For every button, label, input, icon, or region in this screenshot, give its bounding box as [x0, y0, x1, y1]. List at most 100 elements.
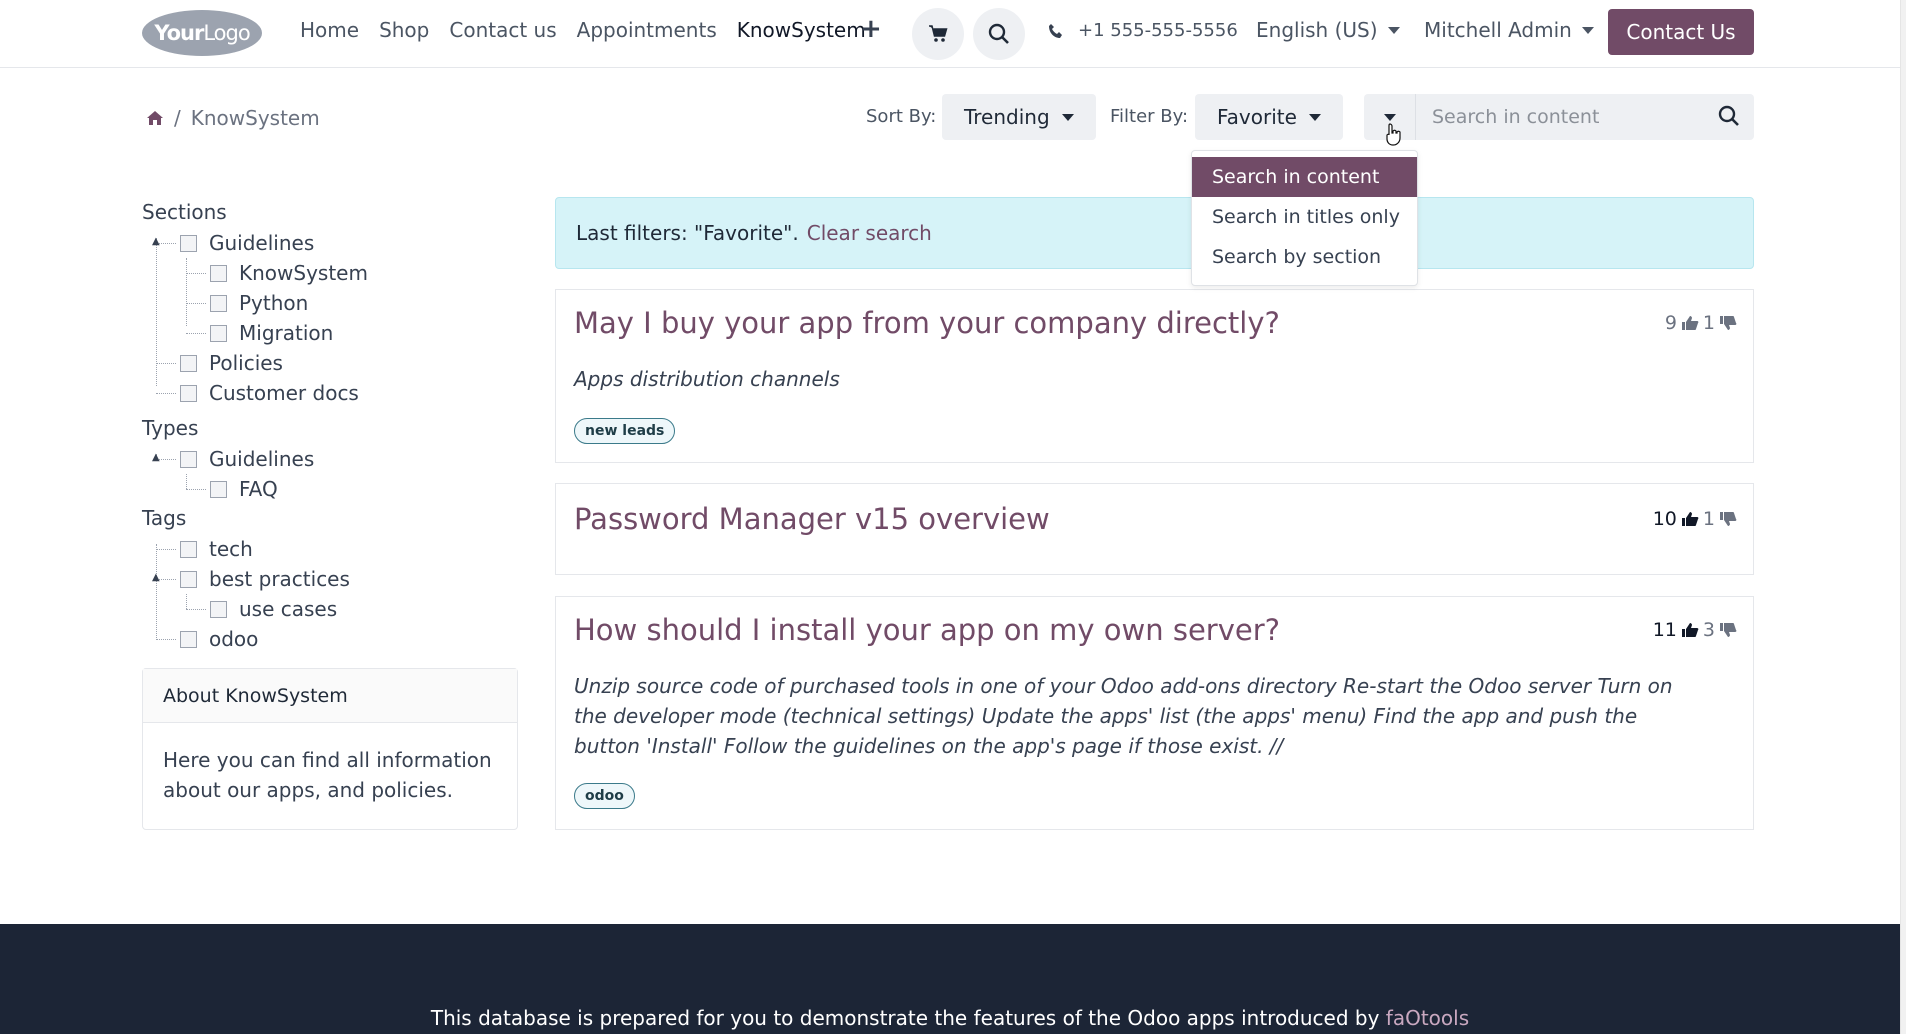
search-mode-content[interactable]: Search in content	[1192, 157, 1417, 197]
types-title: Types	[142, 416, 199, 440]
user-name: Mitchell Admin	[1424, 18, 1572, 42]
article-card[interactable]: How should I install your app on my own …	[555, 596, 1754, 830]
type-label: FAQ	[239, 477, 278, 501]
tag-label: best practices	[209, 567, 350, 591]
thumbs-up-icon[interactable]	[1681, 622, 1699, 638]
article-tag[interactable]: new leads	[574, 418, 676, 444]
article-card[interactable]: May I buy your app from your company dir…	[555, 289, 1754, 463]
sort-dropdown[interactable]: Trending	[942, 94, 1096, 140]
contact-us-button[interactable]: Contact Us	[1608, 9, 1754, 55]
search-icon	[1718, 105, 1739, 126]
tag-label: use cases	[239, 597, 338, 621]
nav-home[interactable]: Home	[300, 18, 359, 42]
tag-label: odoo	[209, 627, 259, 651]
article-tag[interactable]: odoo	[574, 783, 635, 809]
article-votes: 9 1	[1665, 312, 1737, 334]
article-title[interactable]: How should I install your app on my own …	[574, 613, 1280, 647]
search-submit-button[interactable]	[1718, 105, 1740, 132]
tag-label: tech	[209, 537, 253, 561]
about-card: About KnowSystem Here you can find all i…	[142, 668, 518, 830]
tags-title: Tags	[142, 506, 187, 530]
clear-search-link[interactable]: Clear search	[807, 221, 932, 245]
home-icon[interactable]	[146, 110, 164, 126]
thumbs-down-icon[interactable]	[1719, 622, 1737, 638]
search-mode-section[interactable]: Search by section	[1192, 237, 1417, 277]
chevron-down-icon	[1387, 26, 1400, 34]
tag-item-tech[interactable]: tech	[142, 534, 518, 564]
types-tree: ▲ Guidelines FAQ	[142, 444, 518, 504]
search-icon	[988, 23, 1009, 44]
checkbox[interactable]	[210, 264, 227, 282]
checkbox[interactable]	[180, 384, 197, 402]
checkbox[interactable]	[180, 570, 197, 588]
dislike-count: 1	[1702, 508, 1715, 530]
article-description: Apps distribution channels	[574, 367, 840, 391]
section-item-python[interactable]: Python	[142, 288, 518, 318]
thumbs-up-icon[interactable]	[1681, 315, 1699, 331]
chevron-down-icon	[1383, 113, 1396, 121]
phone-number: +1 555-555-5556	[1078, 20, 1238, 41]
chevron-down-icon	[1581, 26, 1594, 34]
section-item-migration[interactable]: Migration	[142, 318, 518, 348]
article-title[interactable]: May I buy your app from your company dir…	[574, 306, 1280, 340]
section-item-policies[interactable]: Policies	[142, 348, 518, 378]
checkbox[interactable]	[210, 294, 227, 312]
tag-item-odoo[interactable]: odoo	[142, 624, 518, 654]
cart-button[interactable]	[912, 8, 964, 60]
section-item-customer-docs[interactable]: Customer docs	[142, 378, 518, 408]
content-search-input[interactable]	[1418, 94, 1698, 140]
checkbox[interactable]	[210, 600, 227, 618]
thumbs-up-icon[interactable]	[1681, 511, 1699, 527]
article-title[interactable]: Password Manager v15 overview	[574, 502, 1050, 536]
section-label: Policies	[209, 351, 283, 375]
filter-value: Favorite	[1217, 105, 1297, 129]
type-item-faq[interactable]: FAQ	[142, 474, 518, 504]
plus-icon[interactable]: +	[860, 14, 882, 44]
nav-shop[interactable]: Shop	[379, 18, 429, 42]
footer-link[interactable]: faOtools	[1386, 1006, 1469, 1030]
sidebar: Sections ▲ Guidelines KnowSystem Python …	[142, 198, 518, 830]
section-item-knowsystem[interactable]: KnowSystem	[142, 258, 518, 288]
user-menu[interactable]: Mitchell Admin	[1424, 18, 1594, 42]
nav-contact[interactable]: Contact us	[449, 18, 556, 42]
filter-label: Filter By:	[1110, 106, 1189, 127]
phone-icon	[1049, 23, 1062, 38]
search-mode-titles[interactable]: Search in titles only	[1192, 197, 1417, 237]
like-count: 9	[1664, 312, 1677, 334]
logo-text-sub: Logo	[203, 21, 250, 45]
phone-link[interactable]: +1 555-555-5556	[1048, 20, 1238, 41]
sections-tree: ▲ Guidelines KnowSystem Python Migration…	[142, 228, 518, 408]
checkbox[interactable]	[180, 450, 197, 468]
tag-item-use-cases[interactable]: use cases	[142, 594, 518, 624]
main-nav: Home Shop Contact us Appointments KnowSy…	[300, 18, 866, 42]
header-search-button[interactable]	[973, 8, 1025, 60]
article-card[interactable]: Password Manager v15 overview 10 1	[555, 483, 1754, 575]
chevron-down-icon	[1308, 113, 1321, 121]
like-count: 10	[1652, 508, 1677, 530]
checkbox[interactable]	[180, 540, 197, 558]
section-item-guidelines[interactable]: Guidelines	[142, 228, 518, 258]
language-selector[interactable]: English (US)	[1256, 18, 1400, 42]
language-label: English (US)	[1256, 18, 1378, 42]
chevron-down-icon	[1061, 113, 1074, 121]
site-header: Your Logo Home Shop Contact us Appointmen…	[0, 0, 1900, 68]
article-description: Unzip source code of purchased tools in …	[574, 674, 1673, 758]
checkbox[interactable]	[180, 354, 197, 372]
checkbox[interactable]	[210, 324, 227, 342]
checkbox[interactable]	[180, 234, 197, 252]
section-label: KnowSystem	[239, 261, 368, 285]
thumbs-down-icon[interactable]	[1719, 315, 1737, 331]
type-item-guidelines[interactable]: Guidelines	[142, 444, 518, 474]
site-logo[interactable]: Your Logo	[142, 10, 262, 56]
footer-note: This database is prepared for you to dem…	[0, 1006, 1900, 1030]
thumbs-down-icon[interactable]	[1719, 511, 1737, 527]
nav-appointments[interactable]: Appointments	[577, 18, 717, 42]
checkbox[interactable]	[210, 480, 227, 498]
scrollbar[interactable]	[1900, 0, 1906, 1034]
tag-item-best-practices[interactable]: best practices	[142, 564, 518, 594]
nav-knowsystem[interactable]: KnowSystem	[737, 18, 866, 42]
checkbox[interactable]	[180, 630, 197, 648]
dislike-count: 3	[1702, 619, 1715, 641]
search-mode-menu: Search in content Search in titles only …	[1191, 150, 1418, 286]
filter-dropdown[interactable]: Favorite	[1195, 94, 1343, 140]
